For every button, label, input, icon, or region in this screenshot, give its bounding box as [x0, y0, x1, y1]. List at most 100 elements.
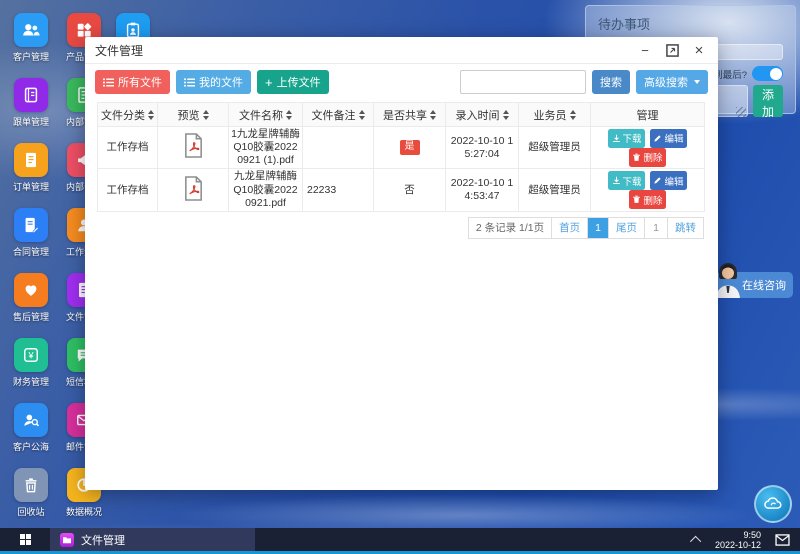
window-title: 文件管理 — [95, 42, 627, 59]
col-header-note[interactable]: 文件备注 — [303, 103, 374, 127]
col-header-category[interactable]: 文件分类 — [98, 103, 158, 127]
trash-icon — [632, 153, 641, 162]
cell-filename[interactable]: 九龙星牌辅酶Q10胶囊20220921.pdf — [229, 169, 303, 211]
taskbar: 文件管理 9:50 2022-10-12 — [0, 528, 800, 551]
download-button[interactable]: 下载 — [608, 129, 645, 148]
sort-icon — [359, 110, 365, 120]
col-header-preview[interactable]: 预览 — [158, 103, 229, 127]
col-header-shared[interactable]: 是否共享 — [374, 103, 446, 127]
document-icon — [14, 143, 48, 177]
minimize-button[interactable]: − — [636, 41, 654, 59]
trash-icon — [632, 195, 641, 204]
page-1-button[interactable]: 1 — [587, 217, 609, 239]
taskbar-clock[interactable]: 9:50 2022-10-12 — [715, 530, 761, 550]
download-button[interactable]: 下载 — [608, 171, 645, 190]
edit-button[interactable]: 编辑 — [650, 129, 687, 148]
taskbar-item-file-manager[interactable]: 文件管理 — [50, 528, 255, 551]
sort-icon — [203, 110, 209, 120]
folder-icon — [60, 533, 74, 547]
list-icon — [103, 78, 114, 87]
cell-note: 22233 — [303, 169, 374, 211]
cell-time: 2022-10-10 14:53:47 — [446, 169, 519, 211]
taskbar-item-label: 文件管理 — [81, 532, 125, 548]
chevron-down-icon — [694, 80, 700, 84]
maximize-button[interactable] — [663, 41, 681, 59]
sort-icon — [148, 110, 154, 120]
record-summary: 2 条记录 1/1页 — [468, 217, 552, 239]
windows-logo-icon — [20, 534, 31, 545]
window-titlebar: 文件管理 − × — [85, 37, 718, 64]
sort-icon — [430, 110, 436, 120]
all-files-label: 所有文件 — [118, 74, 162, 90]
download-icon — [612, 176, 621, 185]
sort-icon — [570, 110, 576, 120]
cell-filename[interactable]: 1九龙星牌辅酶Q10胶囊20220921 (1).pdf — [229, 127, 303, 169]
close-button[interactable]: × — [690, 41, 708, 59]
online-consult-label: 在线咨询 — [742, 277, 786, 293]
advanced-search-button[interactable]: 高级搜索 — [636, 70, 708, 94]
search-input[interactable] — [460, 70, 586, 94]
page-jump-input[interactable] — [644, 217, 668, 239]
download-icon — [612, 134, 621, 143]
resize-grip-icon[interactable] — [736, 107, 746, 117]
people-icon — [14, 13, 48, 47]
jump-button[interactable]: 跳转 — [667, 217, 704, 239]
edit-button[interactable]: 编辑 — [650, 171, 687, 190]
table-row: 工作存档 九龙星牌辅酶Q10胶囊20220921.pdf 22233 否 202… — [98, 169, 705, 211]
system-tray: 9:50 2022-10-12 — [693, 530, 800, 550]
sort-icon — [286, 110, 292, 120]
col-header-time[interactable]: 录入时间 — [446, 103, 519, 127]
clock-time: 9:50 — [715, 530, 761, 540]
delete-button[interactable]: 删除 — [629, 148, 666, 167]
pdf-file-icon — [182, 175, 205, 202]
notebook-icon — [14, 78, 48, 112]
my-files-label: 我的文件 — [199, 74, 243, 90]
download-label: 下载 — [623, 131, 642, 145]
toggle-knob — [770, 68, 782, 80]
todo-panel-title: 待办事项 — [598, 14, 783, 33]
advanced-search-label: 高级搜索 — [644, 74, 688, 90]
online-consult-widget[interactable]: 在线咨询 — [716, 272, 793, 298]
notification-icon[interactable] — [775, 534, 790, 546]
edit-label: 编辑 — [664, 131, 683, 145]
edit-icon — [653, 176, 662, 185]
cell-actions: 下载 编辑 删除 — [591, 169, 705, 211]
tray-expand-icon[interactable] — [690, 535, 701, 546]
start-button[interactable] — [0, 528, 50, 551]
yen-icon: ¥ — [14, 338, 48, 372]
clock-date: 2022-10-12 — [715, 540, 761, 550]
edit-icon — [653, 134, 662, 143]
delete-button[interactable]: 删除 — [629, 190, 666, 209]
cell-time: 2022-10-10 15:27:04 — [446, 127, 519, 169]
plus-icon: + — [265, 76, 273, 89]
search-button[interactable]: 搜索 — [592, 70, 630, 94]
delete-label: 删除 — [643, 193, 662, 207]
scroll-to-end-toggle[interactable] — [752, 66, 783, 81]
desktop: 客户管理 跟单管理 订单管理 合同管理 售后管理 ¥ 财务管理 客户公海 回收站… — [0, 0, 800, 554]
cell-category: 工作存档 — [98, 169, 158, 211]
col-header-filename[interactable]: 文件名称 — [229, 103, 303, 127]
my-files-button[interactable]: 我的文件 — [176, 70, 251, 94]
cell-preview[interactable] — [158, 169, 229, 211]
maximize-icon — [666, 44, 679, 57]
all-files-button[interactable]: 所有文件 — [95, 70, 170, 94]
first-page-button[interactable]: 首页 — [551, 217, 588, 239]
cell-preview[interactable] — [158, 127, 229, 169]
contract-icon — [14, 208, 48, 242]
last-page-button[interactable]: 尾页 — [608, 217, 645, 239]
cloud-icon — [762, 493, 784, 515]
toolbar: 所有文件 我的文件 + 上传文件 搜索 高级搜索 — [85, 64, 718, 100]
cell-shared: 否 — [374, 169, 446, 211]
cell-category: 工作存档 — [98, 127, 158, 169]
table-header-row: 文件分类 预览 文件名称 文件备注 是否共享 录入时间 业务员 管理 — [98, 103, 705, 127]
cell-agent: 超级管理员 — [519, 127, 591, 169]
upload-file-button[interactable]: + 上传文件 — [257, 70, 329, 94]
col-header-manage: 管理 — [591, 103, 705, 127]
col-header-agent[interactable]: 业务员 — [519, 103, 591, 127]
cell-actions: 下载 编辑 删除 — [591, 127, 705, 169]
search-label: 搜索 — [600, 74, 622, 90]
cloud-button[interactable] — [754, 485, 792, 523]
add-todo-button[interactable]: 添加 — [753, 85, 783, 117]
edit-label: 编辑 — [664, 174, 683, 188]
person-search-icon — [14, 403, 48, 437]
